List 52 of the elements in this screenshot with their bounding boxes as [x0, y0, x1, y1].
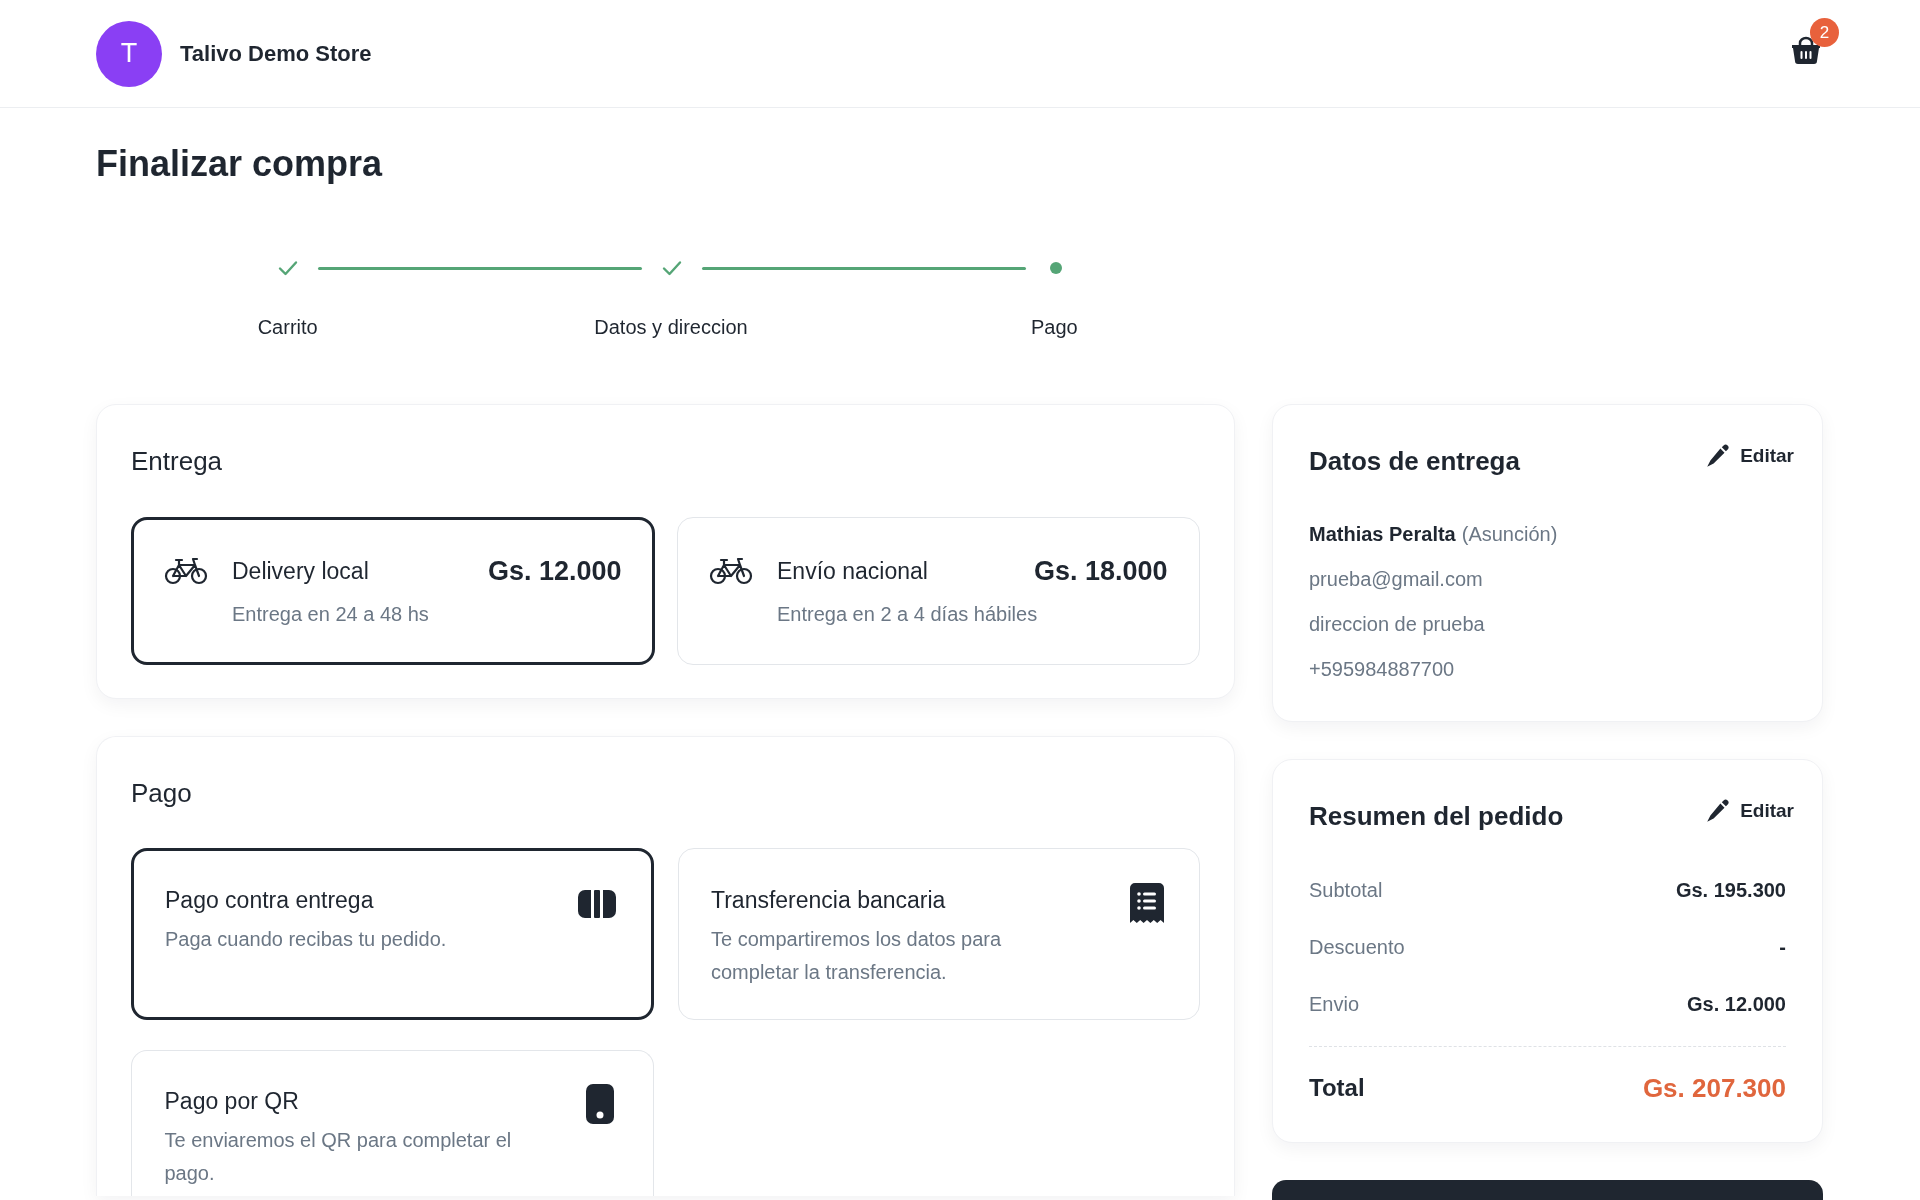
option-price: Gs. 18.000 [1033, 555, 1168, 586]
bicycle-icon [709, 556, 753, 585]
payment-option[interactable]: Transferencia bancaria Te compartiremos los datos para completar la transferencia. [677, 848, 1200, 1020]
phone-icon [586, 1083, 614, 1124]
pencil-icon [1706, 799, 1731, 823]
phone-text: +595984887700 [1309, 657, 1456, 682]
pencil-icon [1706, 444, 1731, 468]
section-title: Pago [131, 777, 193, 809]
total-value: Gs. 207.300 [1642, 1072, 1786, 1105]
action-button[interactable] [1272, 1180, 1823, 1200]
edit-button[interactable]: Editar [1706, 797, 1794, 825]
option-description: Entrega en 2 a 4 días hábiles [777, 601, 1039, 627]
option-title: Pago por QR [164, 1086, 300, 1116]
cart-count-badge: 2 [1810, 17, 1839, 47]
summary-value: - [1779, 935, 1786, 960]
option-description: Paga cuando recibas tu pedido. [165, 927, 447, 952]
option-description: Te compartiremos los datos para completar la transferencia. [711, 926, 1003, 985]
option-title: Pago contra entrega [165, 886, 375, 915]
store-name: Talivo Demo Store [180, 39, 372, 68]
page-title: Finalizar compra [96, 142, 384, 186]
option-description: Entrega en 24 a 48 hs [232, 602, 430, 627]
summary-label: Subtotal [1309, 878, 1383, 903]
option-title: Transferencia bancaria [711, 885, 947, 915]
payment-option[interactable]: Pago contra entrega Paga cuando recibas tu pedido. [131, 848, 654, 1020]
store-avatar: T [96, 20, 162, 87]
basket-icon [1791, 35, 1821, 64]
payment-option[interactable]: Pago por QR Te enviaremos el QR para completar el pago. [131, 1050, 654, 1196]
step-label: Pago [1030, 315, 1078, 340]
summary-value: Gs. 12.000 [1687, 992, 1786, 1017]
step-label: Datos y direccion [594, 315, 748, 340]
card-title: Datos de entrega [1309, 445, 1520, 477]
step-label: Carrito [257, 315, 318, 340]
receipt-icon [1129, 882, 1164, 923]
option-title: Delivery local [232, 557, 369, 586]
address-text: direccion de prueba [1309, 612, 1486, 637]
edit-button[interactable]: Editar [1706, 442, 1794, 470]
total-label: Total [1309, 1073, 1365, 1103]
section-title: Entrega [131, 445, 224, 477]
summary-label: Envio [1309, 992, 1360, 1017]
delivery-option[interactable]: Envío nacional Gs. 18.000 Entrega en 2 a 4 días hábiles [676, 517, 1200, 665]
option-price: Gs. 12.000 [487, 556, 622, 586]
card-title: Resumen del pedido [1309, 800, 1564, 832]
option-title: Envío nacional [777, 556, 928, 586]
option-description: Te enviaremos el QR para completar el pago. [164, 1127, 513, 1186]
summary-label: Descuento [1309, 935, 1405, 960]
customer-name: Mathias Peralta [1309, 522, 1456, 547]
delivery-option[interactable]: Delivery local Gs. 12.000 Entrega en 24 a 48 hs [131, 517, 655, 665]
email-text: prueba@gmail.com [1309, 567, 1484, 592]
summary-value: Gs. 195.300 [1675, 878, 1786, 903]
customer-city: (Asunción) [1461, 522, 1558, 547]
banknote-icon [576, 889, 617, 919]
bicycle-icon [164, 557, 208, 585]
